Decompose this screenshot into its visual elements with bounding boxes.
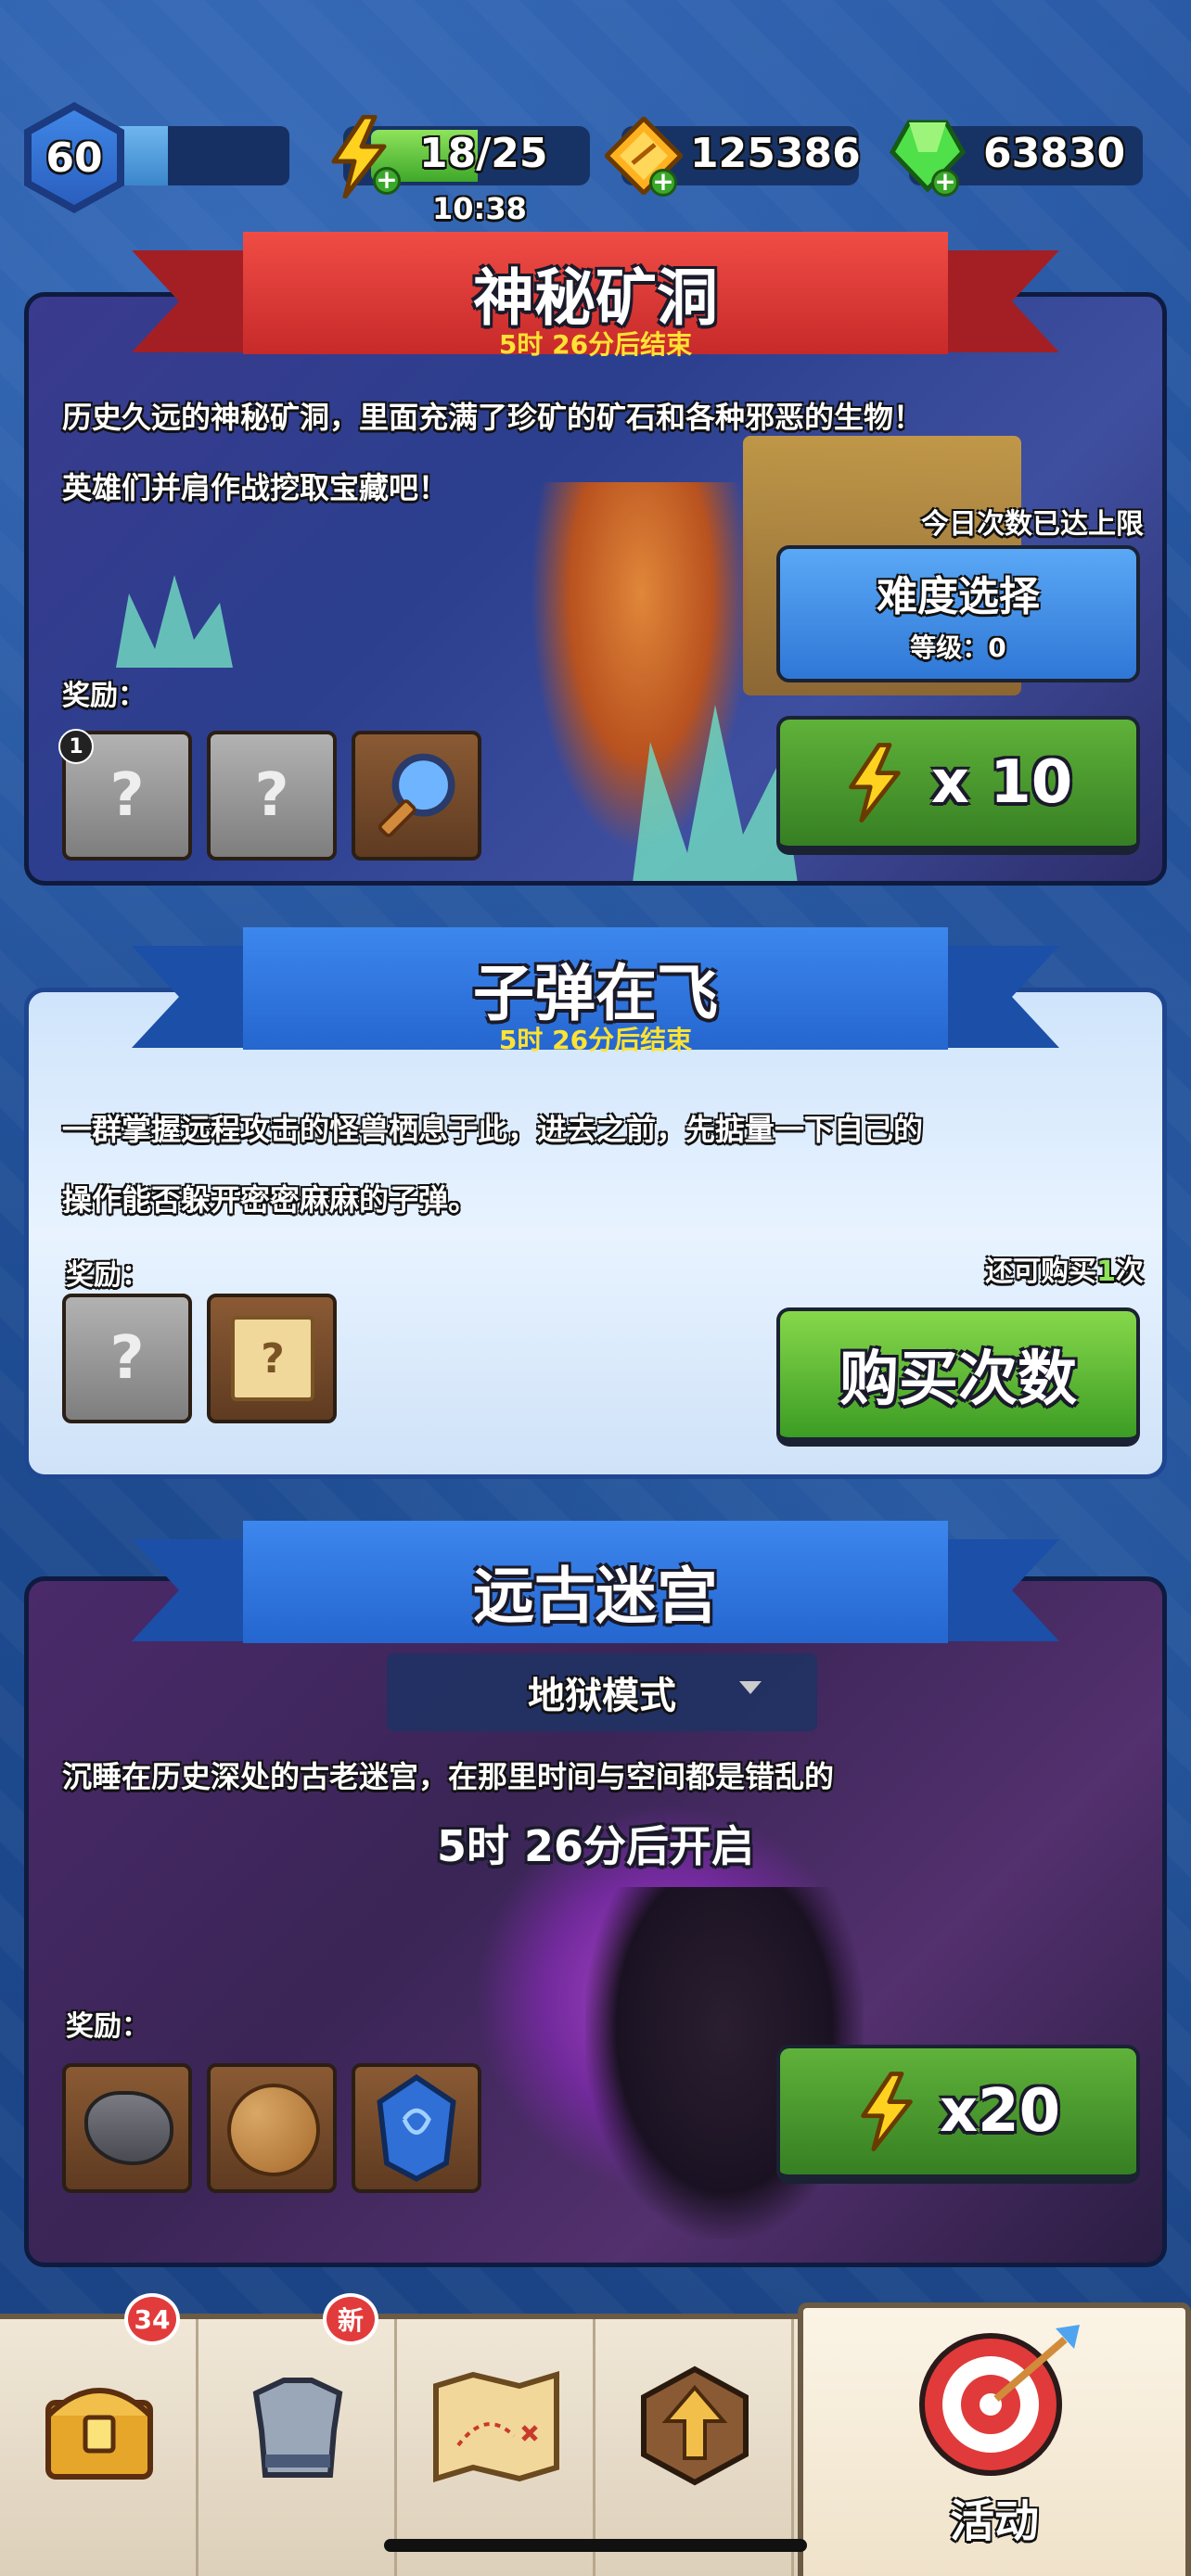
daily-limit-note: 今日次数已达上限 bbox=[921, 508, 1144, 541]
reward-label: 奖励： bbox=[66, 1259, 149, 1292]
remaining-purchases-note: 还可购买1次 bbox=[985, 1256, 1144, 1288]
energy-bolt-icon bbox=[861, 2072, 913, 2151]
event-countdown: 5时 26分后结束 bbox=[498, 329, 693, 360]
energy-bolt-icon bbox=[848, 743, 901, 823]
event-countdown: 5时 26分后结束 bbox=[498, 1025, 693, 1055]
gold-plus-icon[interactable]: + bbox=[649, 169, 677, 197]
energy-count: 18/25 bbox=[419, 130, 548, 177]
gold-count: 125386 bbox=[690, 130, 861, 177]
reward-label: 奖励： bbox=[62, 680, 146, 712]
event-title: 远古迷宫 bbox=[473, 1561, 718, 1632]
event-description: 一群掌握远程攻击的怪兽栖息于此，进去之前，先掂量一下自己的 操作能否躲开密密麻麻… bbox=[62, 1112, 924, 1218]
upgrade-arrow-icon bbox=[641, 2366, 749, 2486]
magnifier-icon bbox=[378, 753, 455, 837]
bottom-navigation: 活动 34 新 bbox=[0, 2293, 1191, 2576]
rune-gem-icon bbox=[377, 2073, 456, 2182]
xp-bar bbox=[111, 126, 289, 185]
reward-item-mystery-scroll[interactable]: ? bbox=[207, 1294, 337, 1423]
top-status-bar: 60 18/25 + 10:38 + 125386 + 63830 bbox=[0, 102, 1191, 232]
gem-plus-icon[interactable]: + bbox=[931, 169, 959, 197]
new-badge: 新 bbox=[323, 2293, 378, 2345]
nav-item-map[interactable] bbox=[397, 2319, 596, 2576]
scroll-icon: ? bbox=[231, 1316, 314, 1401]
nav-item-chests[interactable] bbox=[0, 2319, 198, 2576]
event-ribbon-labyrinth: 远古迷宫 bbox=[132, 1521, 1059, 1660]
map-icon bbox=[433, 2371, 559, 2482]
stone-icon bbox=[84, 2091, 173, 2165]
target-dart-icon bbox=[919, 2325, 1080, 2476]
event-description: 沉睡在历史深处的古老迷宫，在那里时间与空间都是错乱的 bbox=[62, 1759, 835, 1794]
reward-item-rune[interactable] bbox=[352, 2063, 481, 2193]
event-ribbon-mine: 神秘矿洞 5时 26分后结束 bbox=[132, 232, 1059, 371]
event-description: 历史久远的神秘矿洞，里面充满了珍矿的矿石和各种邪恶的生物！ 英雄们并肩作战挖取宝… bbox=[62, 400, 924, 505]
buy-attempts-button[interactable]: 购买次数 bbox=[776, 1307, 1140, 1447]
reward-count-badge: 1 bbox=[58, 729, 94, 764]
reward-item-stone[interactable] bbox=[62, 2063, 192, 2193]
event-countdown: 5时 26分后开启 bbox=[436, 1821, 755, 1871]
player-level-badge[interactable]: 60 bbox=[24, 102, 124, 213]
event-card-mine[interactable]: 历史久远的神秘矿洞，里面充满了珍矿的矿石和各种邪恶的生物！ 英雄们并肩作战挖取宝… bbox=[24, 292, 1167, 886]
reward-label: 奖励： bbox=[66, 2010, 149, 2043]
gem-count: 63830 bbox=[983, 130, 1126, 177]
crystal-art bbox=[116, 575, 233, 668]
chest-count-badge: 34 bbox=[124, 2293, 180, 2345]
event-card-labyrinth[interactable]: 地狱模式 沉睡在历史深处的古老迷宫，在那里时间与空间都是错乱的 5时 26分后开… bbox=[24, 1576, 1167, 2267]
nav-item-equipment[interactable] bbox=[198, 2319, 397, 2576]
nav-item-upgrade[interactable] bbox=[596, 2319, 794, 2576]
enter-mine-button[interactable]: x 10 bbox=[776, 716, 1140, 855]
home-indicator bbox=[384, 2539, 807, 2552]
cookie-icon bbox=[227, 2084, 320, 2176]
player-level: 60 bbox=[32, 110, 117, 205]
event-ribbon-bullets: 子弹在飞 5时 26分后结束 bbox=[132, 927, 1059, 1066]
enter-labyrinth-button[interactable]: x20 bbox=[776, 2045, 1140, 2184]
chevron-down-icon bbox=[739, 1681, 762, 1694]
reward-item-magnifier[interactable] bbox=[352, 731, 481, 861]
reward-item-mystery-gear[interactable]: ? bbox=[62, 1294, 192, 1423]
nav-events-label: 活动 bbox=[949, 2495, 1039, 2547]
difficulty-select-button[interactable]: 难度选择 等级：0 bbox=[776, 545, 1140, 682]
energy-timer: 10:38 bbox=[432, 191, 527, 226]
reward-item-mystery-gear[interactable]: ? bbox=[207, 731, 337, 861]
armor-icon bbox=[252, 2378, 343, 2478]
nav-item-events-active[interactable]: 活动 bbox=[798, 2302, 1191, 2576]
mode-selector[interactable]: 地狱模式 bbox=[387, 1653, 817, 1731]
reward-item-cookie[interactable] bbox=[207, 2063, 337, 2193]
energy-plus-icon[interactable]: + bbox=[373, 167, 401, 195]
treasure-chest-icon bbox=[45, 2388, 153, 2480]
